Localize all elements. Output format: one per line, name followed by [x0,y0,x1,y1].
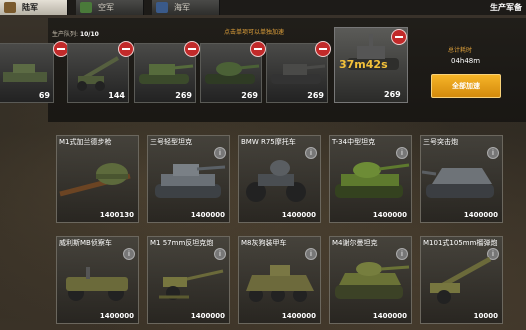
anti-tank-gun-icon [159,269,224,300]
tab-army[interactable]: 陆军 [0,0,68,15]
unit-name: M1 57mm反坦克炮 [150,239,214,247]
tab-air-label: 空军 [98,3,114,12]
unit-price: 1400130 [99,211,134,219]
unit-card[interactable]: 威利斯MB侦察车 i 1400000 [56,236,139,324]
unit-name: M101式105mm榴弹炮 [423,239,498,247]
armored-car-icon [246,265,314,302]
total-time-value: 04h48m [451,57,481,65]
production-timer: 37m42s [339,58,388,71]
tank-icon [3,64,47,82]
remove-queue-item-button[interactable] [250,41,266,57]
unit-card[interactable]: M4谢尔曼坦克 i 1400000 [329,236,412,324]
unit-name: 威利斯MB侦察车 [59,239,112,247]
unit-card[interactable]: M1式加兰德步枪 1400130 [56,135,139,223]
queue-count: 生产队列: 10/10 [52,29,99,38]
jeep-icon [66,267,128,301]
unit-card[interactable]: T-34中型坦克 i 1400000 [329,135,412,223]
page-title: 生产军备 [490,3,522,12]
medium-tank-icon [335,162,410,198]
unit-price: 1400000 [190,211,225,219]
remove-queue-item-button[interactable] [315,41,331,57]
unit-price: 1400000 [190,312,225,320]
unit-price: 1400000 [281,211,316,219]
unit-name: 三号突击炮 [423,138,458,146]
total-time-label: 总计耗时 [448,47,473,54]
speed-up-all-button[interactable]: 全部加速 [431,74,501,98]
unit-price: 1400000 [372,211,407,219]
unit-card[interactable]: M101式105mm榴弹炮 i 10000 [420,236,503,324]
soldier-icon [4,2,16,13]
unit-card[interactable]: 三号轻型坦克 i 1400000 [147,135,230,223]
motorcycle-icon [246,160,306,202]
unit-card[interactable]: 三号突击炮 i 1400000 [420,135,503,223]
tank-icon [139,64,194,84]
tab-air-force[interactable]: 空军 [76,0,144,15]
unit-price: 1400000 [281,312,316,320]
light-tank-icon [155,164,226,198]
tab-navy[interactable]: 海军 [152,0,220,15]
queue-slot[interactable]: 69 [0,43,54,103]
tab-bar: 陆军 空军 海军 生产军备 [0,0,526,15]
queue-slot-count: 269 [307,91,324,100]
unit-price: 10000 [473,312,498,320]
queue-slot-count: 269 [175,91,192,100]
unit-price: 1400000 [463,211,498,219]
unit-price: 1400000 [99,312,134,320]
unit-name: M4谢尔曼坦克 [332,239,378,247]
unit-name: T-34中型坦克 [332,138,376,146]
queue-slot-count: 69 [38,91,50,100]
queue-hint: 点击单项可以单独加速 [224,29,285,36]
queue-count-label: 生产队列: [52,31,79,38]
unit-name: M1式加兰德步枪 [59,138,112,146]
tab-navy-label: 海军 [174,3,190,12]
plane-icon [80,2,92,13]
remove-active-item-button[interactable] [391,29,407,45]
assault-gun-icon [422,168,494,198]
remove-queue-item-button[interactable] [118,41,134,57]
tank-icon [205,62,260,84]
unit-card[interactable]: M1 57mm反坦克炮 i 1400000 [147,236,230,324]
tank-icon [271,64,326,84]
unit-name: M8灰狗装甲车 [241,239,287,247]
queue-count-value: 10/10 [79,31,99,38]
unit-name: BMW R75摩托车 [241,138,296,146]
unit-card[interactable]: BMW R75摩托车 i 1400000 [238,135,321,223]
unit-price: 1400000 [372,312,407,320]
unit-card[interactable]: M8灰狗装甲车 i 1400000 [238,236,321,324]
active-slot-count: 269 [384,90,401,99]
ship-icon [156,2,168,13]
sherman-tank-icon [335,262,410,299]
remove-queue-item-button[interactable] [184,41,200,57]
howitzer-icon [430,256,492,304]
queue-slot-count: 269 [241,91,258,100]
queue-slot-count: 144 [108,91,125,100]
rifle-helmet-icon [59,163,131,197]
tab-army-label: 陆军 [22,3,38,12]
artillery-icon [77,56,120,91]
unit-name: 三号轻型坦克 [150,138,192,146]
